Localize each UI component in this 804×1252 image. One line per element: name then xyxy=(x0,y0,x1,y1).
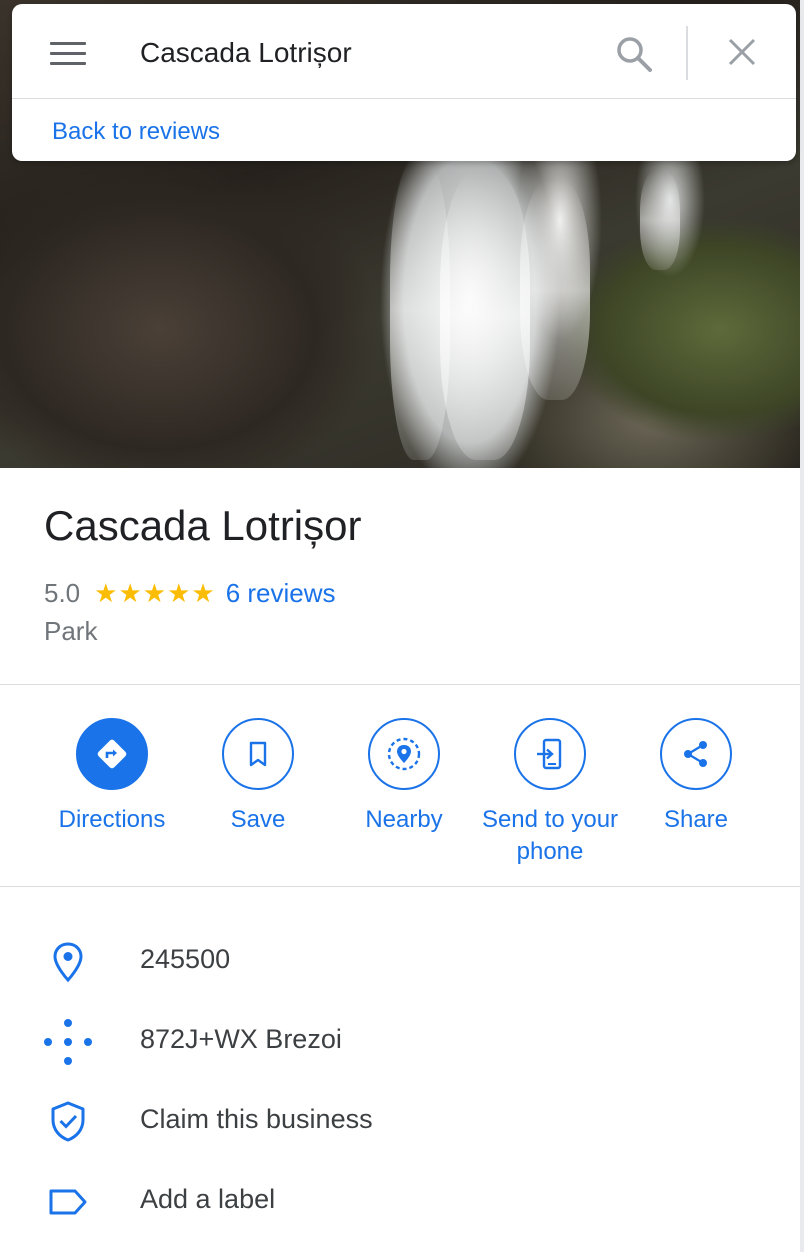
plus-code-icon xyxy=(40,1019,96,1065)
send-to-phone-button[interactable]: Send to your phone xyxy=(475,718,625,868)
shield-check-icon xyxy=(40,1100,96,1144)
claim-business-row[interactable]: Claim this business xyxy=(0,1090,800,1150)
place-title: Cascada Lotrișor xyxy=(44,502,362,549)
nearby-label: Nearby xyxy=(365,806,443,833)
send-to-phone-label: Send to your phone xyxy=(481,806,619,865)
claim-business-text: Claim this business xyxy=(140,1104,373,1134)
close-icon[interactable] xyxy=(724,34,760,70)
search-input[interactable] xyxy=(140,30,600,76)
bookmark-icon xyxy=(222,718,294,790)
directions-label: Directions xyxy=(58,806,166,833)
add-label-text: Add a label xyxy=(140,1184,276,1214)
label-icon xyxy=(40,1180,96,1224)
send-to-phone-icon xyxy=(514,718,586,790)
rating-row: 5.0 ★★★★★ 6 reviews xyxy=(44,576,336,610)
save-label: Save xyxy=(230,806,286,833)
add-label-row[interactable]: Add a label xyxy=(0,1170,800,1230)
search-divider xyxy=(686,26,688,80)
divider xyxy=(0,684,800,685)
directions-icon xyxy=(76,718,148,790)
share-button[interactable]: Share xyxy=(621,718,771,836)
rating-value: 5.0 xyxy=(44,577,81,608)
location-pin-icon xyxy=(40,940,96,984)
plus-code-text: 872J+WX Brezoi xyxy=(140,1024,342,1054)
share-label: Share xyxy=(663,806,729,833)
search-card: Back to reviews xyxy=(12,4,796,161)
nearby-icon xyxy=(368,718,440,790)
nearby-button[interactable]: Nearby xyxy=(329,718,479,836)
menu-icon[interactable] xyxy=(50,42,86,66)
search-bar xyxy=(12,4,796,99)
back-to-reviews-link[interactable]: Back to reviews xyxy=(52,118,220,146)
panel-edge xyxy=(800,0,804,1252)
address-row[interactable]: 245500 xyxy=(0,930,800,990)
save-button[interactable]: Save xyxy=(183,718,333,836)
share-icon xyxy=(660,718,732,790)
directions-button[interactable]: Directions xyxy=(37,718,187,836)
search-icon[interactable] xyxy=(614,34,654,74)
rating-stars: ★★★★★ xyxy=(94,577,216,608)
reviews-link[interactable]: 6 reviews xyxy=(226,578,336,609)
plus-code-row[interactable]: 872J+WX Brezoi xyxy=(0,1010,800,1070)
address-text: 245500 xyxy=(140,944,231,974)
place-category: Park xyxy=(44,616,98,646)
divider xyxy=(0,886,800,887)
